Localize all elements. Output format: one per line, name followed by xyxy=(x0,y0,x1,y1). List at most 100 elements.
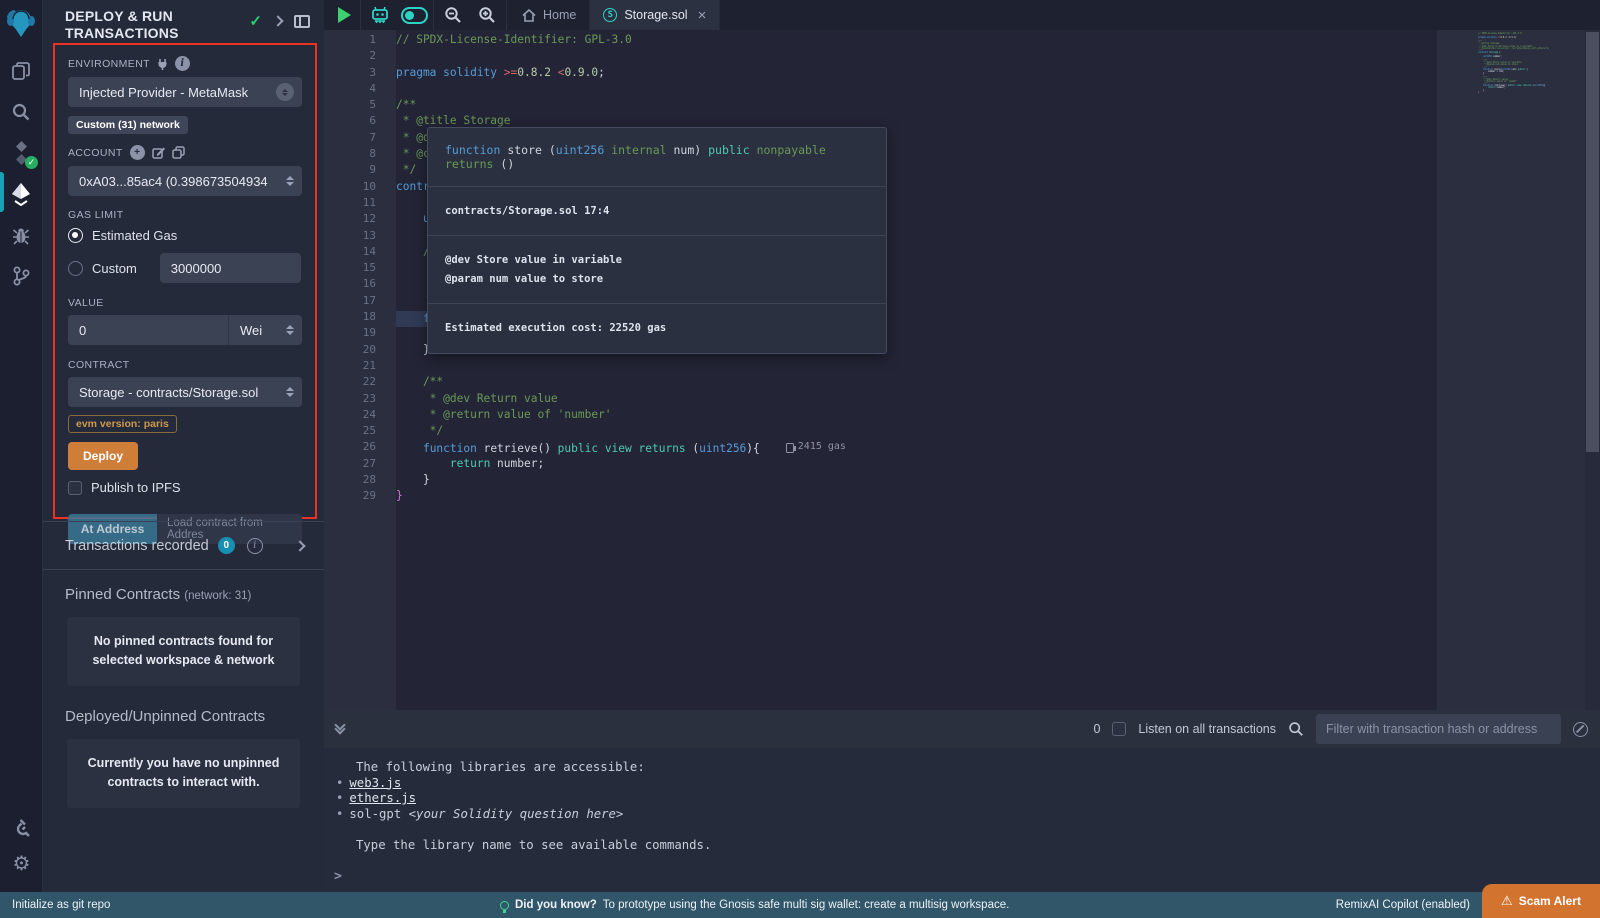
editor-scrollbar[interactable] xyxy=(1585,30,1600,710)
network-badge: Custom (31) network xyxy=(68,116,188,134)
code-line[interactable]: pragma solidity >=0.8.2 <0.9.0; xyxy=(396,65,1437,81)
toggle-icon xyxy=(401,7,428,24)
debugger-icon[interactable] xyxy=(8,222,34,248)
code-line[interactable] xyxy=(396,48,1437,64)
code-line[interactable]: } xyxy=(396,488,1437,504)
code-editor[interactable]: 1234567891011121314151617181920212223242… xyxy=(324,30,1600,710)
contract-label: CONTRACT xyxy=(68,359,302,371)
pin-panel-icon[interactable] xyxy=(294,15,310,28)
copy-account-icon[interactable] xyxy=(172,146,185,159)
custom-gas-input[interactable]: 3000000 xyxy=(160,253,301,283)
select-arrows-icon xyxy=(286,176,294,186)
copilot-status[interactable]: RemixAI Copilot (enabled) xyxy=(1336,899,1470,911)
active-plugin-indicator xyxy=(0,172,4,212)
git-icon[interactable] xyxy=(8,263,34,289)
value-input[interactable]: 0 xyxy=(68,315,228,345)
panel-check-icon: ✓ xyxy=(249,12,262,30)
play-icon xyxy=(338,7,351,23)
transactions-recorded-row[interactable]: Transactions recorded 0 i xyxy=(43,521,324,570)
git-init-button[interactable]: Initialize as git repo xyxy=(0,899,110,911)
code-line[interactable]: } xyxy=(396,472,1437,488)
scrollbar-thumb[interactable] xyxy=(1586,32,1599,452)
value-unit-select[interactable]: Wei xyxy=(228,315,302,345)
did-you-know-label: Did you know? xyxy=(515,899,597,911)
code-line[interactable]: */ xyxy=(396,423,1437,439)
code-line[interactable] xyxy=(396,81,1437,97)
pinned-empty-message: No pinned contracts found for selected w… xyxy=(67,617,300,686)
code-line[interactable]: * @return value of 'number' xyxy=(396,407,1437,423)
code-line[interactable]: * @dev Return value xyxy=(396,391,1437,407)
line-number: 16 xyxy=(324,276,396,292)
line-number: 25 xyxy=(324,423,396,439)
code-line[interactable]: /** xyxy=(396,374,1437,390)
line-number: 13 xyxy=(324,228,396,244)
terminal-lines: The following libraries are accessible:•… xyxy=(324,760,1600,854)
line-number: 28 xyxy=(324,472,396,488)
terminal[interactable]: The following libraries are accessible:•… xyxy=(324,748,1600,892)
add-account-icon[interactable]: + xyxy=(130,145,145,160)
code-line[interactable]: /** xyxy=(396,97,1437,113)
warning-icon: ⚠ xyxy=(1501,893,1513,909)
deploy-run-panel: DEPLOY & RUN TRANSACTIONS ✓ ENVIRONMENT … xyxy=(43,0,324,892)
settings-icon[interactable]: ⚙ xyxy=(9,850,35,876)
code-line[interactable]: function retrieve() public view returns … xyxy=(396,439,1437,455)
run-script-button[interactable] xyxy=(324,0,358,30)
line-number: 27 xyxy=(324,456,396,472)
tab-storage-sol[interactable]: S Storage.sol × xyxy=(590,0,720,30)
line-number: 8 xyxy=(324,146,396,162)
tab-home[interactable]: Home xyxy=(509,0,590,30)
terminal-line: •web3.js xyxy=(324,776,1600,792)
transactions-expand-icon[interactable] xyxy=(294,540,305,551)
line-number: 10 xyxy=(324,179,396,195)
chevron-right-icon[interactable] xyxy=(272,15,283,26)
remix-logo[interactable] xyxy=(5,6,37,40)
line-number: 22 xyxy=(324,374,396,390)
publish-ipfs-checkbox[interactable] xyxy=(68,481,82,495)
line-number: 1 xyxy=(324,32,396,48)
minimap[interactable]: // SPDX-License-Identifier: GPL-3.0pragm… xyxy=(1437,30,1585,710)
scam-alert-button[interactable]: ⚠ Scam Alert xyxy=(1482,884,1600,918)
select-arrows-icon xyxy=(276,83,294,101)
deploy-module-highlight: ENVIRONMENT i Injected Provider - MetaMa… xyxy=(53,43,317,519)
environment-info-icon[interactable]: i xyxy=(175,56,190,71)
deploy-button[interactable]: Deploy xyxy=(68,442,138,470)
main-area: Home S Storage.sol × 1234567891011121314… xyxy=(324,0,1600,892)
remix-ai-button[interactable] xyxy=(363,0,397,30)
edit-account-icon[interactable] xyxy=(152,146,165,159)
gutter: 1234567891011121314151617181920212223242… xyxy=(324,30,396,710)
zoom-in-button[interactable] xyxy=(470,0,504,30)
contract-select[interactable]: Storage - contracts/Storage.sol xyxy=(68,377,302,407)
line-number: 20 xyxy=(324,342,396,358)
line-number: 23 xyxy=(324,391,396,407)
line-number: 29 xyxy=(324,488,396,504)
plug-icon xyxy=(157,58,168,70)
line-number: 9 xyxy=(324,162,396,178)
zoom-in-icon xyxy=(478,6,496,24)
environment-select[interactable]: Injected Provider - MetaMask xyxy=(68,77,302,107)
terminal-prompt[interactable]: > xyxy=(334,869,342,884)
clear-console-icon[interactable] xyxy=(1573,722,1588,737)
search-icon[interactable] xyxy=(8,99,34,125)
close-tab-icon[interactable]: × xyxy=(698,7,707,24)
gas-limit-label: GAS LIMIT xyxy=(68,209,302,221)
line-number: 24 xyxy=(324,407,396,423)
listen-transactions-checkbox[interactable] xyxy=(1112,722,1126,736)
terminal-filter-input[interactable]: Filter with transaction hash or address xyxy=(1316,714,1561,744)
code-line[interactable]: // SPDX-License-Identifier: GPL-3.0 xyxy=(396,32,1437,48)
solidity-compiler-icon[interactable]: ✓ xyxy=(8,140,34,166)
transactions-info-icon[interactable]: i xyxy=(247,538,263,554)
deploy-run-icon[interactable] xyxy=(8,181,34,207)
code-line[interactable]: return number; xyxy=(396,456,1437,472)
copilot-toggle[interactable] xyxy=(397,0,431,30)
terminal-search-icon[interactable] xyxy=(1288,721,1304,737)
plugin-manager-icon[interactable] xyxy=(9,814,35,840)
account-select[interactable]: 0xA03...85ac4 (0.398673504934 xyxy=(68,166,302,196)
custom-gas-radio[interactable] xyxy=(68,261,83,276)
code-line[interactable] xyxy=(396,358,1437,374)
zoom-out-button[interactable] xyxy=(436,0,470,30)
transactions-count-badge: 0 xyxy=(218,537,235,554)
estimated-gas-radio[interactable] xyxy=(68,228,83,243)
solidity-file-icon: S xyxy=(603,8,617,22)
collapse-terminal-icon[interactable] xyxy=(336,725,344,733)
file-explorer-icon[interactable] xyxy=(8,58,34,84)
